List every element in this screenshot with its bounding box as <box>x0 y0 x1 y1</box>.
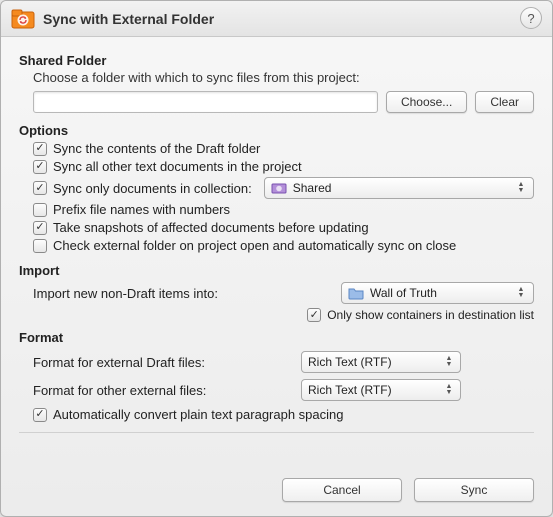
import-heading: Import <box>19 263 534 278</box>
updown-icon: ▲▼ <box>444 384 454 396</box>
shared-collection-icon <box>271 181 287 195</box>
import-target-value: Wall of Truth <box>370 286 437 300</box>
footer: Cancel Sync <box>1 466 552 516</box>
format-other-value: Rich Text (RTF) <box>308 383 392 397</box>
titlebar: Sync with External Folder ? <box>1 1 552 37</box>
snapshots-checkbox[interactable] <box>33 221 47 235</box>
window-title: Sync with External Folder <box>43 11 214 27</box>
sync-collection-checkbox[interactable] <box>33 181 47 195</box>
updown-icon: ▲▼ <box>444 356 454 368</box>
clear-button-label: Clear <box>490 95 519 109</box>
updown-icon: ▲▼ <box>515 287 527 299</box>
sync-button[interactable]: Sync <box>414 478 534 502</box>
collection-select-value: Shared <box>293 181 332 195</box>
divider <box>19 432 534 433</box>
shared-folder-hint: Choose a folder with which to sync files… <box>33 70 534 85</box>
prefix-checkbox[interactable] <box>33 203 47 217</box>
format-other-label: Format for other external files: <box>33 383 293 398</box>
prefix-label: Prefix file names with numbers <box>53 202 230 217</box>
sync-other-checkbox[interactable] <box>33 160 47 174</box>
sync-draft-checkbox[interactable] <box>33 142 47 156</box>
snapshots-label: Take snapshots of affected documents bef… <box>53 220 369 235</box>
choose-button[interactable]: Choose... <box>386 91 467 113</box>
auto-convert-checkbox[interactable] <box>33 408 47 422</box>
format-other-select[interactable]: Rich Text (RTF) ▲▼ <box>301 379 461 401</box>
format-draft-select[interactable]: Rich Text (RTF) ▲▼ <box>301 351 461 373</box>
choose-button-label: Choose... <box>401 95 452 109</box>
format-heading: Format <box>19 330 534 345</box>
folder-icon <box>348 286 364 300</box>
auto-sync-label: Check external folder on project open an… <box>53 238 456 253</box>
format-draft-label: Format for external Draft files: <box>33 355 293 370</box>
import-target-select[interactable]: Wall of Truth ▲▼ <box>341 282 534 304</box>
collection-select[interactable]: Shared ▲▼ <box>264 177 534 199</box>
format-draft-value: Rich Text (RTF) <box>308 355 392 369</box>
only-containers-label: Only show containers in destination list <box>327 308 534 322</box>
updown-icon: ▲▼ <box>515 182 527 194</box>
only-containers-checkbox[interactable] <box>307 308 321 322</box>
sync-button-label: Sync <box>461 483 488 497</box>
auto-convert-label: Automatically convert plain text paragra… <box>53 407 344 422</box>
dialog-window: Sync with External Folder ? Shared Folde… <box>0 0 553 517</box>
sync-other-label: Sync all other text documents in the pro… <box>53 159 302 174</box>
sync-folder-icon <box>11 7 35 31</box>
import-target-label: Import new non-Draft items into: <box>33 286 333 301</box>
sync-draft-label: Sync the contents of the Draft folder <box>53 141 260 156</box>
sync-collection-label: Sync only documents in collection: <box>53 181 252 196</box>
options-heading: Options <box>19 123 534 138</box>
content-area: Shared Folder Choose a folder with which… <box>1 37 552 466</box>
clear-button[interactable]: Clear <box>475 91 534 113</box>
cancel-button[interactable]: Cancel <box>282 478 402 502</box>
auto-sync-checkbox[interactable] <box>33 239 47 253</box>
help-button[interactable]: ? <box>520 7 542 29</box>
cancel-button-label: Cancel <box>323 483 360 497</box>
shared-folder-path-input[interactable] <box>33 91 378 113</box>
shared-folder-heading: Shared Folder <box>19 53 534 68</box>
